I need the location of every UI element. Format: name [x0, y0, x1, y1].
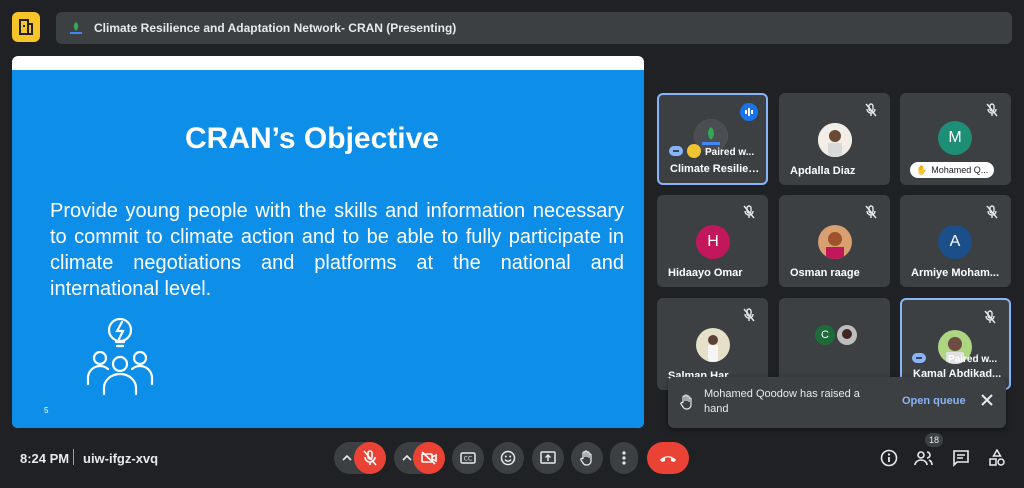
slide-body: Provide young people with the skills and…: [50, 200, 624, 300]
avatar: [818, 225, 852, 259]
avatar: M: [938, 121, 972, 155]
mic-off-icon: [865, 103, 877, 117]
hand-icon: [580, 450, 592, 466]
info-icon: [880, 449, 898, 467]
team-idea-icon: [86, 317, 154, 396]
closed-captions-icon: CC: [460, 452, 476, 464]
meet-logo-icon: [12, 12, 40, 42]
mic-off-icon: [986, 205, 998, 219]
raised-hand-name-pill: ✋ Mohamed Q...: [910, 162, 995, 178]
paired-label: Paired w...: [705, 147, 755, 158]
presenting-title: Climate Resilience and Adaptation Networ…: [94, 21, 457, 35]
more-vert-icon: [622, 451, 626, 465]
people-icon: [914, 451, 933, 466]
mic-off-icon: [743, 205, 755, 219]
paired-avatar: [687, 144, 701, 158]
avatar: [696, 328, 730, 362]
participant-tile[interactable]: M ✋ Mohamed Q...: [900, 93, 1011, 185]
participant-tile[interactable]: H Hidaayo Omar: [657, 195, 768, 287]
presenting-banner[interactable]: Climate Resilience and Adaptation Networ…: [56, 12, 1012, 44]
participant-name: Hidaayo Omar: [668, 267, 743, 279]
activities-icon: [989, 449, 1005, 466]
emoji-icon: [500, 450, 516, 466]
chevron-up-icon: [402, 454, 412, 461]
camera-toggle-button[interactable]: [413, 442, 445, 474]
meeting-code: uiw-ifgz-xvq: [83, 451, 159, 466]
raised-hand-notification: Mohamed Qoodow has raised a hand Open qu…: [668, 377, 1006, 428]
mic-off-icon: [984, 310, 996, 324]
open-queue-link[interactable]: Open queue: [902, 395, 966, 407]
chat-icon: [953, 450, 969, 467]
mic-off-icon: [363, 450, 377, 466]
present-screen-icon: [540, 451, 556, 464]
link-icon: [912, 353, 926, 363]
mic-toggle-button[interactable]: [354, 442, 386, 474]
participant-tile[interactable]: Apdalla Diaz: [779, 93, 890, 185]
participant-name: Armiye Moham...: [911, 267, 1000, 279]
hand-icon: [680, 394, 692, 410]
chevron-up-icon: [342, 454, 352, 461]
activities-button[interactable]: [983, 444, 1011, 472]
participant-name: Apdalla Diaz: [790, 165, 856, 177]
participant-name: Osman raage: [790, 267, 860, 279]
mic-off-icon: [743, 308, 755, 322]
end-call-icon: [660, 456, 676, 462]
close-icon[interactable]: [980, 393, 994, 407]
participant-tile[interactable]: Osman raage: [779, 195, 890, 287]
divider: [73, 449, 74, 465]
avatar: A: [938, 225, 972, 259]
notification-message: Mohamed Qoodow has raised a hand: [704, 388, 860, 415]
leave-call-button[interactable]: [647, 442, 689, 474]
avatar: [818, 123, 852, 157]
svg-text:CC: CC: [464, 456, 472, 463]
hand-icon: ✋: [916, 164, 928, 175]
avatar: H: [696, 225, 730, 259]
mic-off-icon: [986, 103, 998, 117]
slide-title: CRAN’s Objective: [185, 122, 439, 155]
people-button[interactable]: [910, 444, 938, 472]
captions-button[interactable]: CC: [452, 442, 484, 474]
participant-name: Climate Resilien...: [670, 163, 762, 175]
mic-off-icon: [865, 205, 877, 219]
present-button[interactable]: [532, 442, 564, 474]
participant-tile[interactable]: A Armiye Moham...: [900, 195, 1011, 287]
reactions-button[interactable]: [492, 442, 524, 474]
link-icon: [669, 146, 683, 156]
clock: 8:24 PM: [20, 451, 70, 466]
participant-name: Mohamed Q...: [931, 165, 989, 175]
slide-page-number: 5: [44, 406, 49, 415]
avatar: C: [815, 325, 835, 345]
slide: CRAN’s Objective Provide young people wi…: [12, 70, 644, 428]
presentation-area: CRAN’s Objective Provide young people wi…: [12, 56, 644, 428]
paired-avatar: [837, 325, 857, 345]
camera-off-icon: [421, 451, 437, 465]
participant-tile[interactable]: Paired w... Climate Resilien...: [657, 93, 768, 185]
paired-label: Paired w...: [948, 354, 998, 365]
presenter-logo-icon: [70, 22, 82, 34]
speaking-indicator-icon: [740, 103, 758, 121]
meeting-details-button[interactable]: [875, 444, 903, 472]
more-options-button[interactable]: [610, 442, 638, 474]
chat-button[interactable]: [947, 444, 975, 472]
raise-hand-button[interactable]: [571, 442, 603, 474]
